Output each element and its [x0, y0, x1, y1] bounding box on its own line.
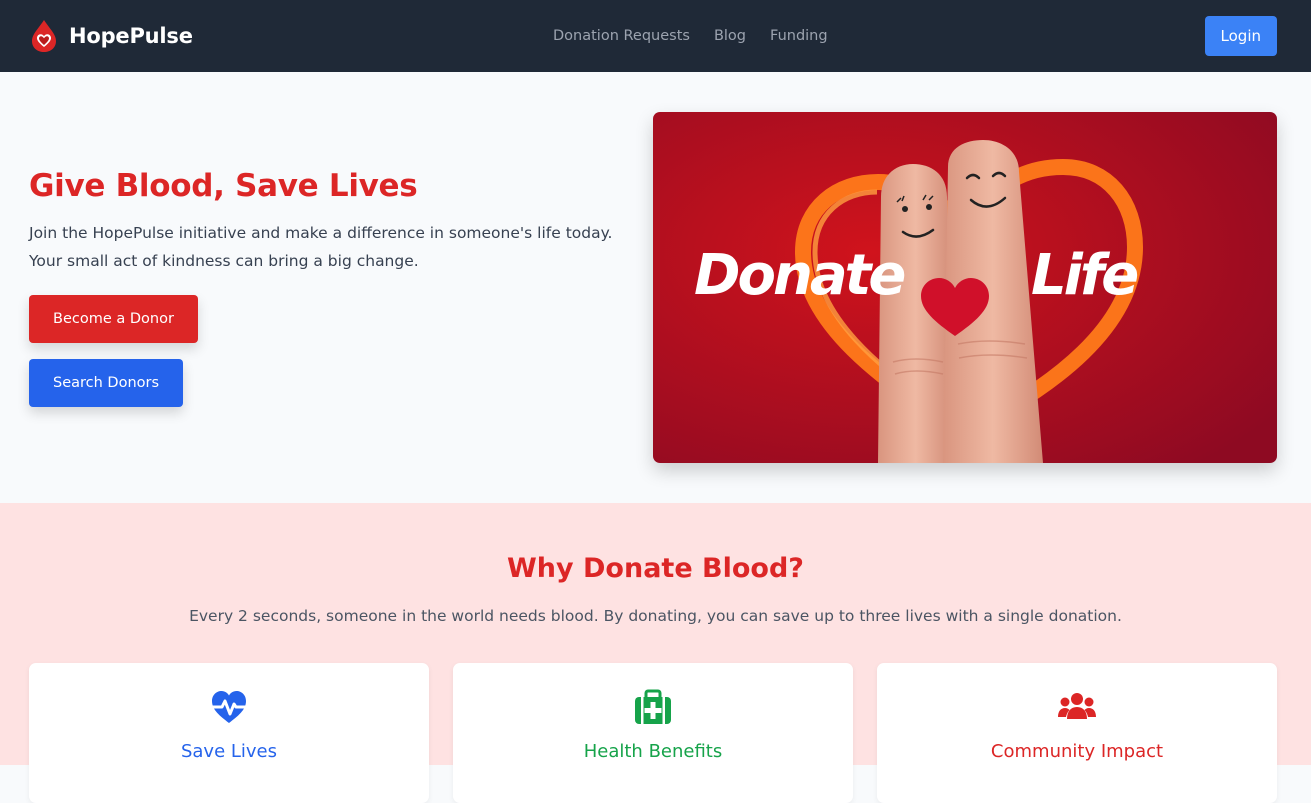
nav-links: Donation Requests Blog Funding [553, 0, 828, 72]
brand-link[interactable]: HopePulse [29, 19, 193, 53]
card-title-community-impact: Community Impact [990, 741, 1164, 762]
why-title: Why Donate Blood? [507, 553, 804, 584]
search-donors-button[interactable]: Search Donors [29, 359, 184, 407]
users-icon [1058, 693, 1096, 719]
card-save-lives: Save Lives [29, 663, 429, 803]
why-description: Every 2 seconds, someone in the world ne… [189, 607, 1122, 625]
hero-image: Donate Life [653, 112, 1277, 463]
hero-section: Give Blood, Save Lives Join the HopePuls… [0, 72, 1311, 503]
hero-content: Give Blood, Save Lives Join the HopePuls… [29, 168, 644, 407]
card-title-save-lives: Save Lives [180, 741, 278, 762]
become-donor-button[interactable]: Become a Donor [29, 295, 198, 343]
medical-kit-icon [635, 689, 671, 724]
heartbeat-icon [211, 691, 247, 723]
why-donate-section: Why Donate Blood? Every 2 seconds, someo… [0, 503, 1311, 803]
donate-word: Donate [694, 243, 904, 308]
login-button[interactable]: Login [1204, 16, 1277, 56]
nav-link-donation-requests[interactable]: Donation Requests [553, 28, 690, 44]
donate-life-illustration: Donate Life [653, 112, 1277, 463]
card-community-impact: Community Impact [877, 663, 1277, 803]
blood-drop-heart-icon [32, 20, 56, 52]
hero-description: Join the HopePulse initiative and make a… [29, 224, 613, 270]
brand-name: HopePulse [69, 24, 193, 48]
nav-link-funding[interactable]: Funding [770, 28, 828, 44]
navbar: HopePulse Donation Requests Blog Funding… [0, 0, 1311, 72]
nav-link-blog[interactable]: Blog [714, 28, 746, 44]
card-title-health-benefits: Health Benefits [583, 741, 723, 762]
hero-title: Give Blood, Save Lives [29, 168, 418, 204]
life-word: Life [1031, 243, 1137, 308]
card-health-benefits: Health Benefits [453, 663, 853, 803]
